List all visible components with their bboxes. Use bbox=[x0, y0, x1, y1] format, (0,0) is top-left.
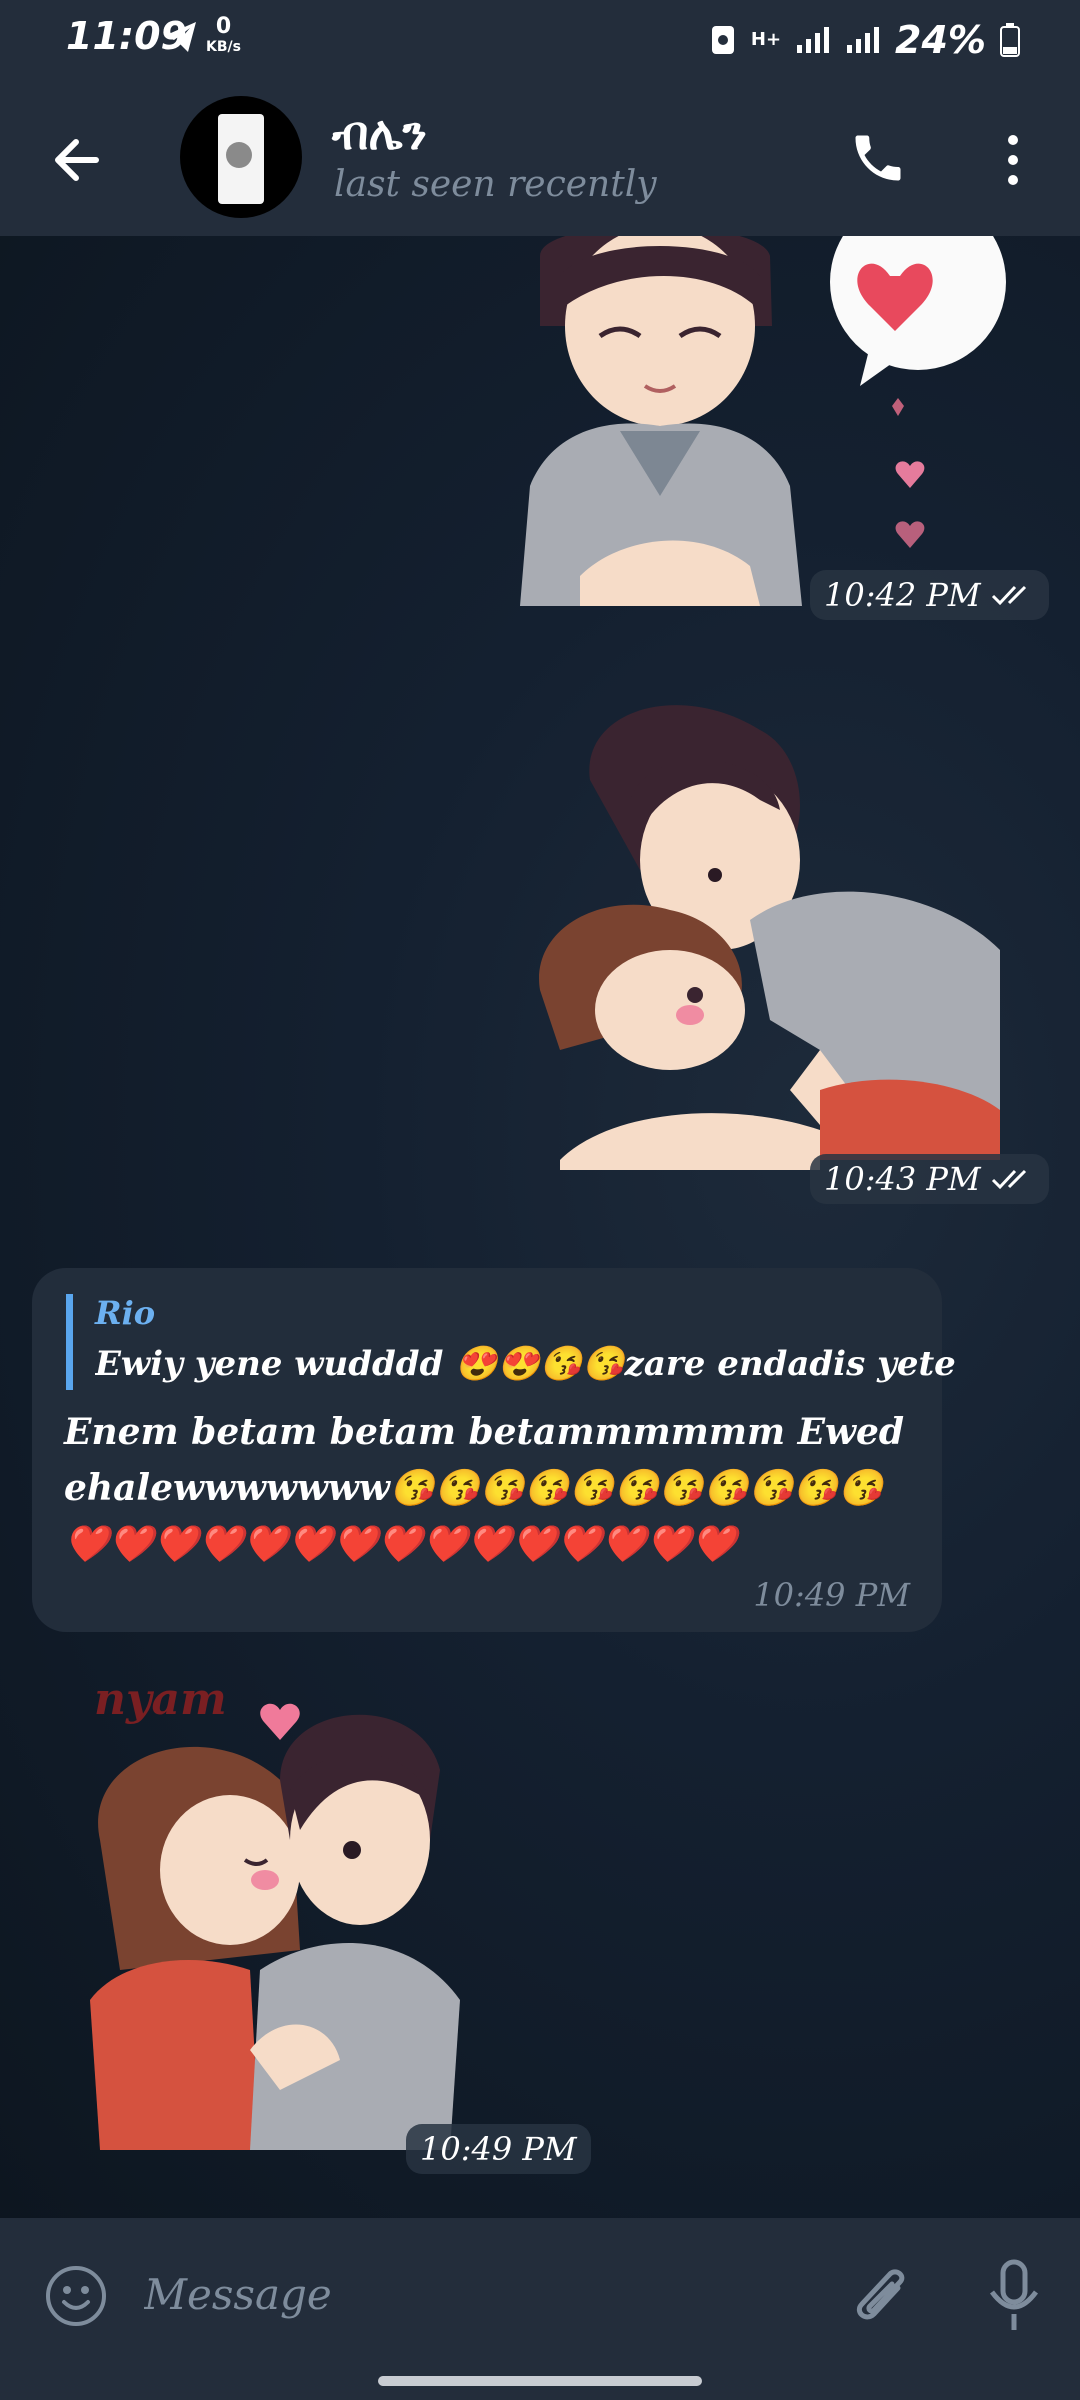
message-input-bar bbox=[0, 2218, 1080, 2366]
battery-icon bbox=[1000, 23, 1020, 57]
message-time: 10:42 PM bbox=[810, 570, 1049, 620]
sticker-message[interactable] bbox=[520, 690, 1010, 1190]
home-handle[interactable] bbox=[378, 2376, 702, 2386]
attach-button[interactable] bbox=[848, 2258, 914, 2332]
double-check-icon bbox=[991, 1169, 1026, 1190]
more-button[interactable] bbox=[998, 130, 1028, 190]
arrow-left-icon bbox=[55, 139, 99, 181]
signal-icon-2 bbox=[847, 27, 880, 53]
back-button[interactable] bbox=[48, 130, 108, 190]
avatar[interactable] bbox=[180, 96, 302, 218]
cast-icon bbox=[711, 26, 734, 54]
message-text: Enem betam betam betammmmmm Ewedehalewww… bbox=[64, 1411, 905, 1565]
network-type: H+ bbox=[750, 29, 782, 50]
call-button[interactable] bbox=[848, 126, 908, 190]
telegram-icon bbox=[162, 20, 198, 58]
last-seen-status: last seen recently bbox=[334, 164, 657, 205]
microphone-icon bbox=[989, 2259, 1039, 2330]
double-check-icon bbox=[991, 585, 1026, 606]
message-time: 10:49 PM bbox=[753, 1576, 910, 1614]
message-bubble[interactable]: Rio Ewiy yene wudddd 😍😍😘😘zare endadis ye… bbox=[32, 1268, 955, 1632]
status-right: H+ 24% bbox=[709, 18, 1020, 62]
reply-author: Rio bbox=[95, 1294, 156, 1332]
signal-icon bbox=[797, 27, 830, 53]
chat-title[interactable]: ብሌን bbox=[332, 106, 427, 162]
sticker-message[interactable] bbox=[510, 236, 1010, 606]
chat-header: ብሌን last seen recently bbox=[0, 80, 1080, 236]
microphone-button[interactable] bbox=[984, 2258, 1044, 2334]
message-time: 10:49 PM bbox=[406, 2124, 591, 2174]
sticker-caption: nyam bbox=[94, 1674, 227, 1725]
network-speed: 0 KB/s bbox=[206, 14, 241, 55]
status-bar: 11:09 0 KB/s H+ 24% bbox=[0, 0, 1080, 80]
more-vertical-icon bbox=[1008, 135, 1018, 185]
paperclip-icon bbox=[856, 2269, 905, 2320]
battery-percent: 24% bbox=[895, 18, 986, 62]
emoji-icon bbox=[46, 2266, 106, 2326]
sticker-message[interactable]: nyam bbox=[80, 1670, 540, 2170]
phone-icon bbox=[855, 135, 901, 181]
reply-text: Ewiy yene wudddd 😍😍😘😘zare endadis yetewe… bbox=[95, 1344, 955, 1384]
message-input[interactable] bbox=[142, 2258, 806, 2330]
navigation-bar bbox=[0, 2366, 1080, 2400]
message-time: 10:43 PM bbox=[810, 1154, 1049, 1204]
reply-quote[interactable]: Rio Ewiy yene wudddd 😍😍😘😘zare endadis ye… bbox=[66, 1294, 955, 1390]
emoji-button[interactable] bbox=[44, 2264, 108, 2328]
